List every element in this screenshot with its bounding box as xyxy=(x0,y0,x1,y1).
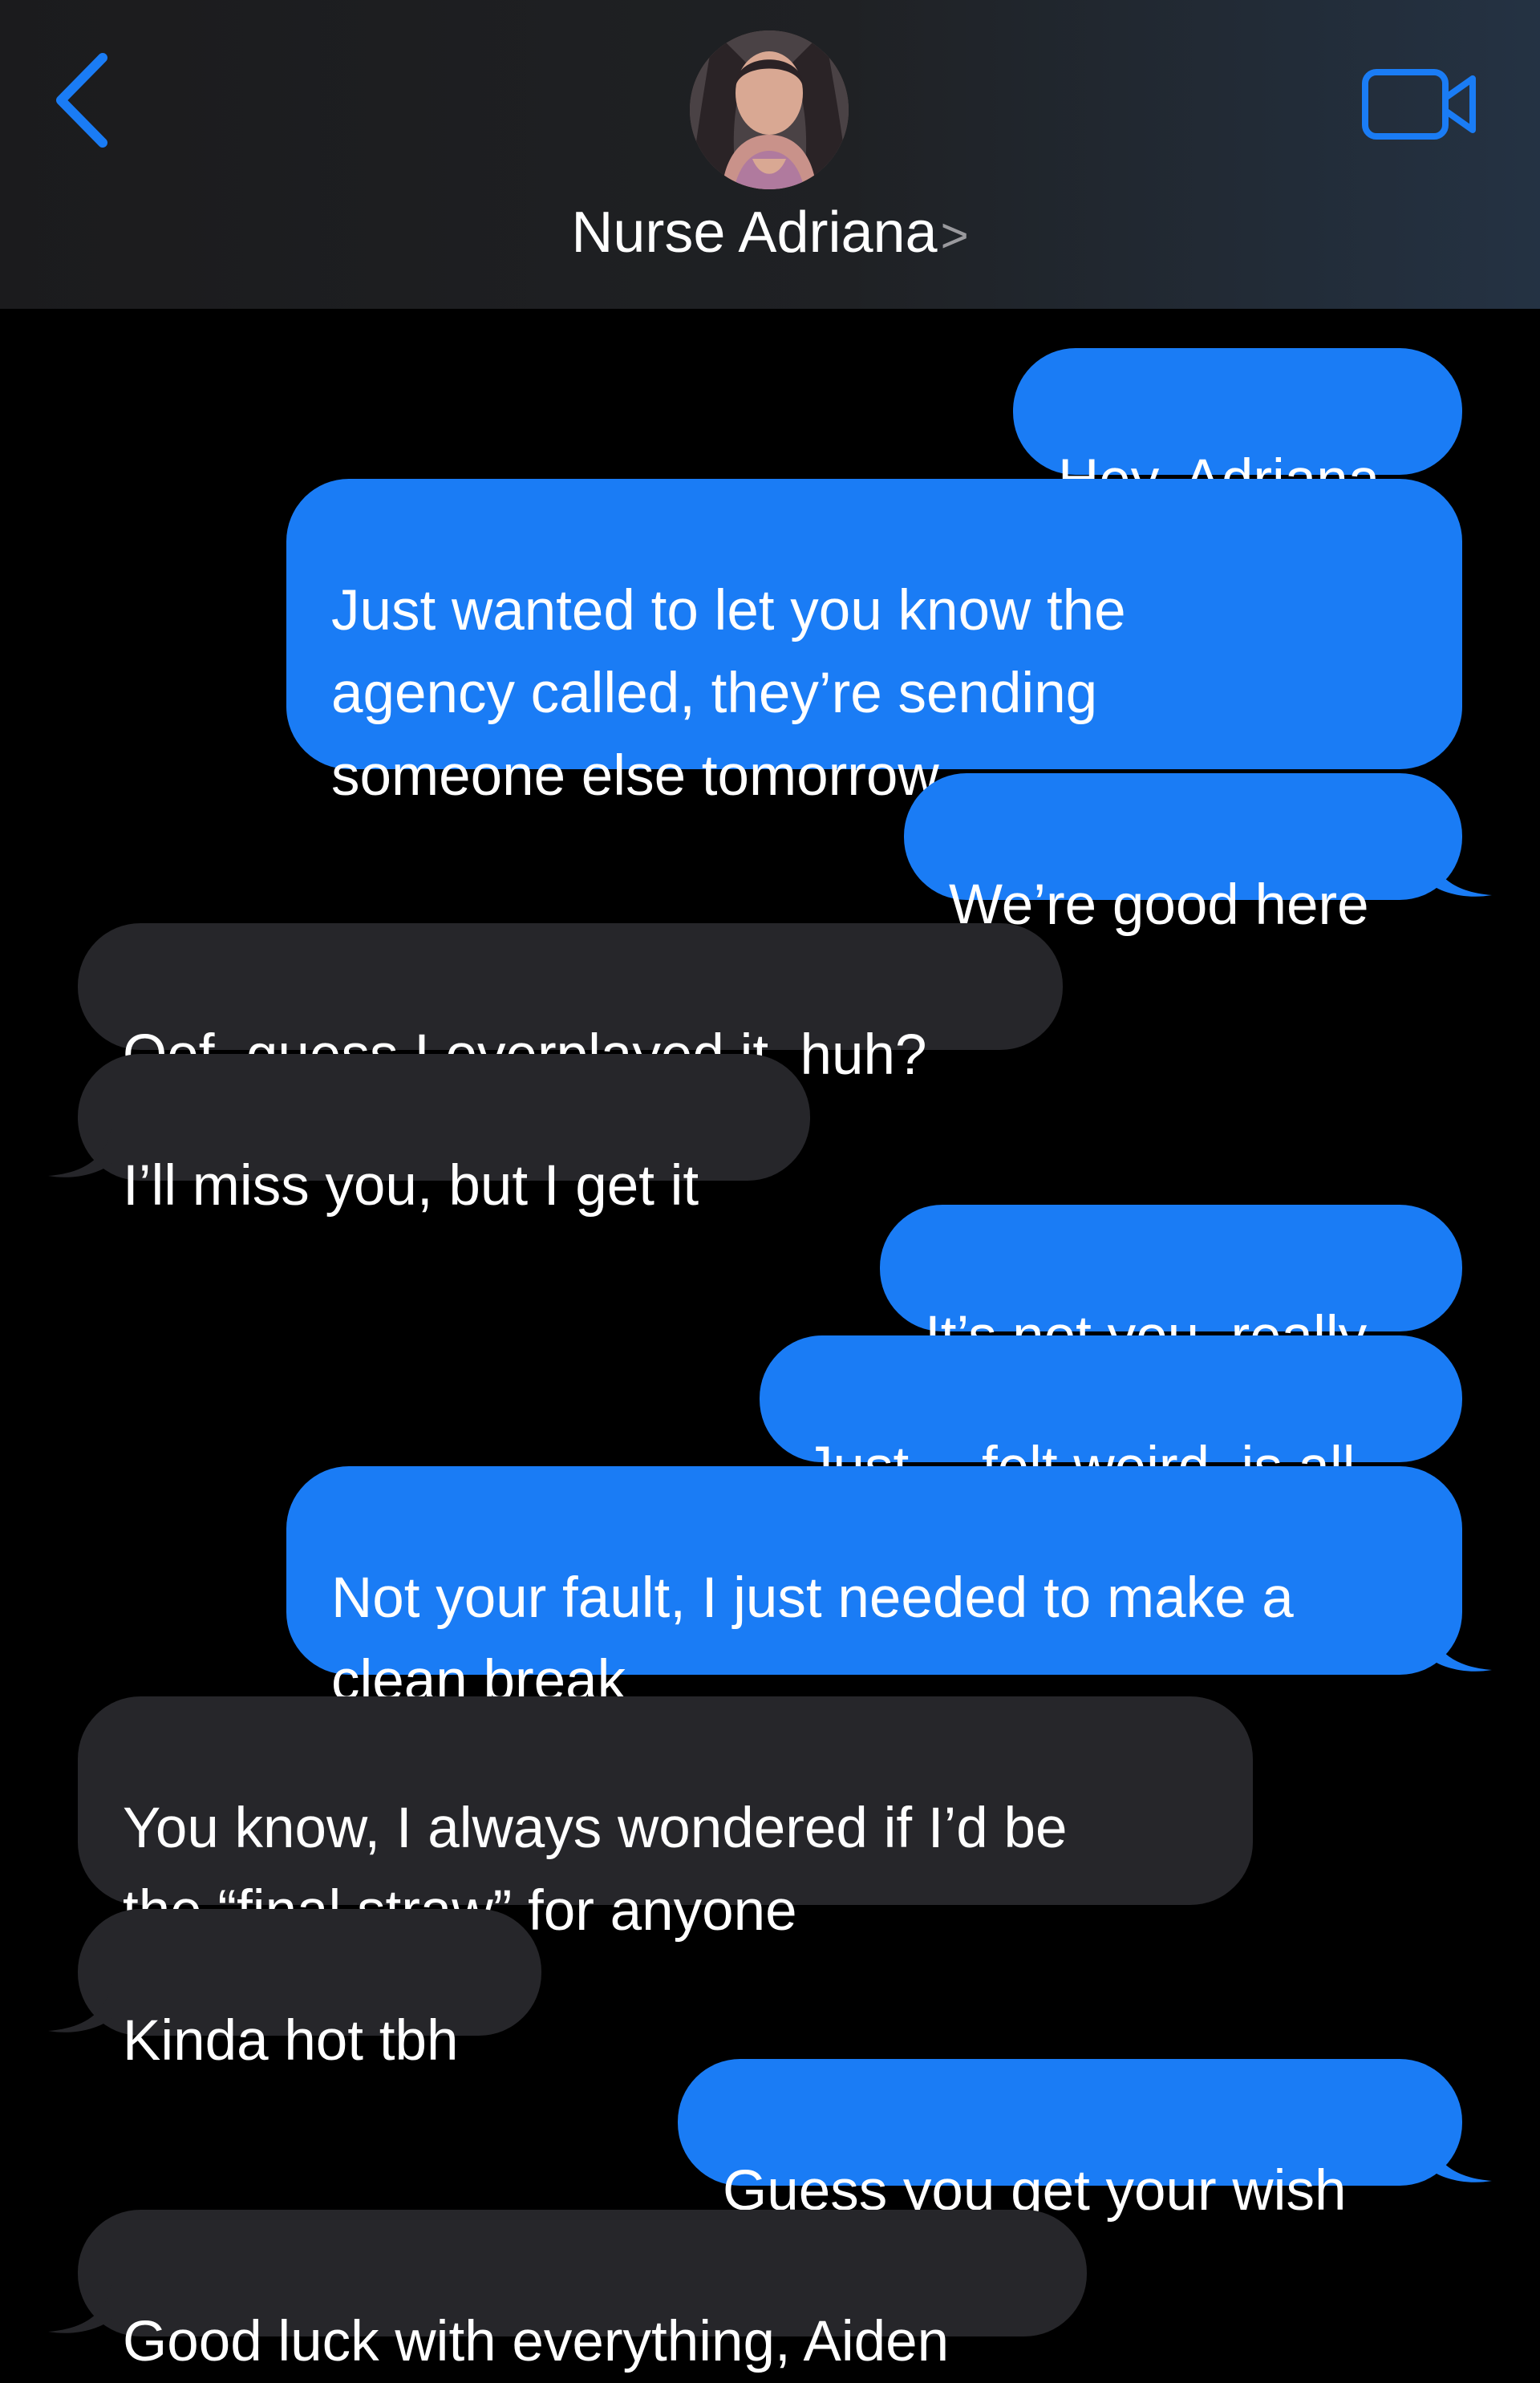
sent-bubble-tail xyxy=(1428,1617,1492,1673)
received-message[interactable]: Good luck with everything, Aiden xyxy=(78,2210,1087,2373)
contact-name: Nurse Adriana xyxy=(571,201,938,265)
received-message[interactable]: Kinda hot tbh xyxy=(78,1909,541,2073)
sent-message[interactable]: Hey, Adriana xyxy=(1013,348,1462,512)
sent-message[interactable]: Not your fault, I just needed to make a … xyxy=(286,1466,1462,1712)
received-bubble-tail xyxy=(48,1123,112,1179)
chevron-left-icon xyxy=(56,53,107,148)
back-button[interactable] xyxy=(47,48,119,152)
received-message[interactable]: I’ll miss you, but I get it xyxy=(78,1054,810,1218)
sent-bubble-tail xyxy=(1428,842,1492,898)
message-text: Not your fault, I just needed to make a … xyxy=(331,1566,1294,1712)
facetime-video-button[interactable] xyxy=(1360,64,1481,144)
sent-message[interactable]: Just… felt weird, is all xyxy=(760,1335,1462,1499)
contact-avatar[interactable] xyxy=(690,30,849,189)
sent-message[interactable]: It’s not you, really xyxy=(880,1205,1462,1368)
sent-message[interactable]: We’re good here xyxy=(904,773,1462,937)
chevron-right-icon: > xyxy=(940,209,969,262)
message-text: Good luck with everything, Aiden xyxy=(123,2310,950,2373)
contact-photo xyxy=(690,30,849,189)
received-message[interactable]: Oof, guess I overplayed it, huh? xyxy=(78,923,1063,1087)
received-bubble-tail xyxy=(48,1978,112,2034)
received-message[interactable]: You know, I always wondered if I’d be th… xyxy=(78,1696,1253,1943)
sent-message[interactable]: Just wanted to let you know the agency c… xyxy=(286,479,1462,808)
received-bubble-tail xyxy=(48,2279,112,2335)
message-text: Kinda hot tbh xyxy=(123,2009,459,2073)
message-text: I’ll miss you, but I get it xyxy=(123,1154,699,1218)
conversation-header: Nurse Adriana> xyxy=(0,0,1540,309)
sent-bubble-tail xyxy=(1428,2128,1492,2184)
video-camera-icon xyxy=(1362,69,1476,140)
contact-name-button[interactable]: Nurse Adriana> xyxy=(0,197,1540,272)
sent-message[interactable]: Guess you get your wish xyxy=(678,2059,1462,2223)
